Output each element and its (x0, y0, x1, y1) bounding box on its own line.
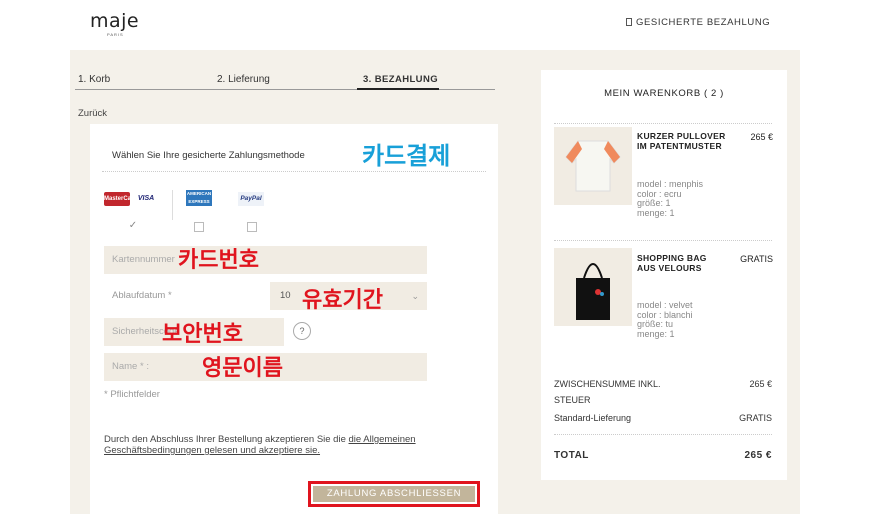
method-checkbox-paypal[interactable] (247, 222, 257, 232)
annotation-english-name: 영문이름 (202, 356, 283, 381)
lock-icon (626, 18, 632, 26)
visa-logo[interactable]: VISA (133, 192, 159, 206)
complete-payment-button[interactable]: ZAHLUNG ABSCHLIESSEN (313, 486, 475, 502)
shipping-label: Standard-Lieferung (554, 413, 632, 423)
product-image-pullover[interactable] (554, 127, 632, 205)
product-meta: model : menphis color : ecru größe: 1 me… (637, 179, 703, 218)
card-number-input[interactable]: Kartennummer (104, 246, 427, 274)
subtotal-label-line1: ZWISCHENSUMME INKL. (554, 379, 661, 389)
meta-quantity: menge: 1 (637, 207, 675, 218)
choose-method-label: Wählen Sie Ihre gesicherte Zahlungsmetho… (112, 150, 305, 161)
divider (554, 434, 772, 435)
chevron-down-icon: ⌄ (411, 291, 419, 301)
brand-logo-sub: PARIS (107, 32, 124, 37)
product-price: GRATIS (740, 254, 773, 264)
shipping-row: Standard-Lieferung GRATIS (554, 413, 772, 423)
brand-logo[interactable]: maje (90, 10, 139, 32)
cart-summary: MEIN WARENKORB ( 2 ) KURZER PULLOVER IM … (541, 70, 787, 480)
secure-payment-text: GESICHERTE BEZAHLUNG (636, 17, 771, 28)
method-separator (172, 190, 173, 220)
paypal-logo[interactable]: PayPal (238, 192, 264, 206)
checkout-steps: 1. Korb 2. Lieferung 3. BEZAHLUNG (75, 72, 495, 90)
total-label: TOTAL (554, 450, 589, 461)
shipping-value: GRATIS (739, 413, 772, 423)
method-checkbox-amex[interactable] (194, 222, 204, 232)
total-value: 265 € (744, 450, 772, 461)
step-cart[interactable]: 1. Korb (78, 74, 110, 85)
expiry-month-value: 10 (280, 290, 291, 301)
annotation-card-payment: 카드결제 (362, 142, 451, 170)
payment-panel: Wählen Sie Ihre gesicherte Zahlungsmetho… (90, 124, 498, 514)
step-payment: 3. BEZAHLUNG (363, 74, 438, 85)
method-checkbox-card[interactable]: ✓ (128, 221, 138, 232)
meta-quantity: menge: 1 (637, 328, 675, 339)
product-image-bag[interactable] (554, 248, 632, 326)
product-name[interactable]: KURZER PULLOVER IM PATENTMUSTER (637, 131, 727, 151)
cart-title: MEIN WARENKORB ( 2 ) (604, 88, 724, 99)
secure-payment-label: GESICHERTE BEZAHLUNG (626, 17, 770, 28)
terms-prefix: Durch den Abschluss Ihrer Bestellung akz… (104, 434, 349, 445)
annotation-security-code: 보안번호 (162, 322, 243, 347)
annotation-card-number: 카드번호 (178, 248, 259, 273)
divider (554, 123, 772, 124)
subtotal-value: 265 € (749, 379, 772, 389)
product-meta: model : velvet color : blanchi größe: tu… (637, 300, 693, 339)
step-delivery[interactable]: 2. Lieferung (217, 74, 270, 85)
subtotal-row: ZWISCHENSUMME INKL. STEUER 265 € (554, 379, 772, 411)
active-step-indicator (357, 88, 439, 90)
divider (554, 240, 772, 241)
expiry-label: Ablaufdatum * (112, 290, 172, 301)
submit-highlight: ZAHLUNG ABSCHLIESSEN (308, 481, 480, 507)
site-header: maje PARIS GESICHERTE BEZAHLUNG (0, 0, 870, 50)
product-price: 265 € (750, 132, 773, 142)
amex-logo[interactable]: AMERICAN EXPRESS (186, 190, 212, 206)
annotation-expiry: 유효기간 (302, 288, 383, 313)
terms-text: Durch den Abschluss Ihrer Bestellung akz… (104, 434, 444, 456)
product-name[interactable]: SHOPPING BAG AUS VELOURS (637, 253, 727, 273)
total-row: TOTAL 265 € (554, 450, 772, 461)
help-icon[interactable]: ? (293, 322, 311, 340)
mastercard-logo[interactable]: MasterCard (104, 192, 137, 206)
required-note: * Pflichtfelder (104, 389, 160, 400)
subtotal-label-line2: STEUER (554, 395, 591, 405)
back-link[interactable]: Zurück (78, 108, 107, 119)
divider (102, 171, 486, 172)
